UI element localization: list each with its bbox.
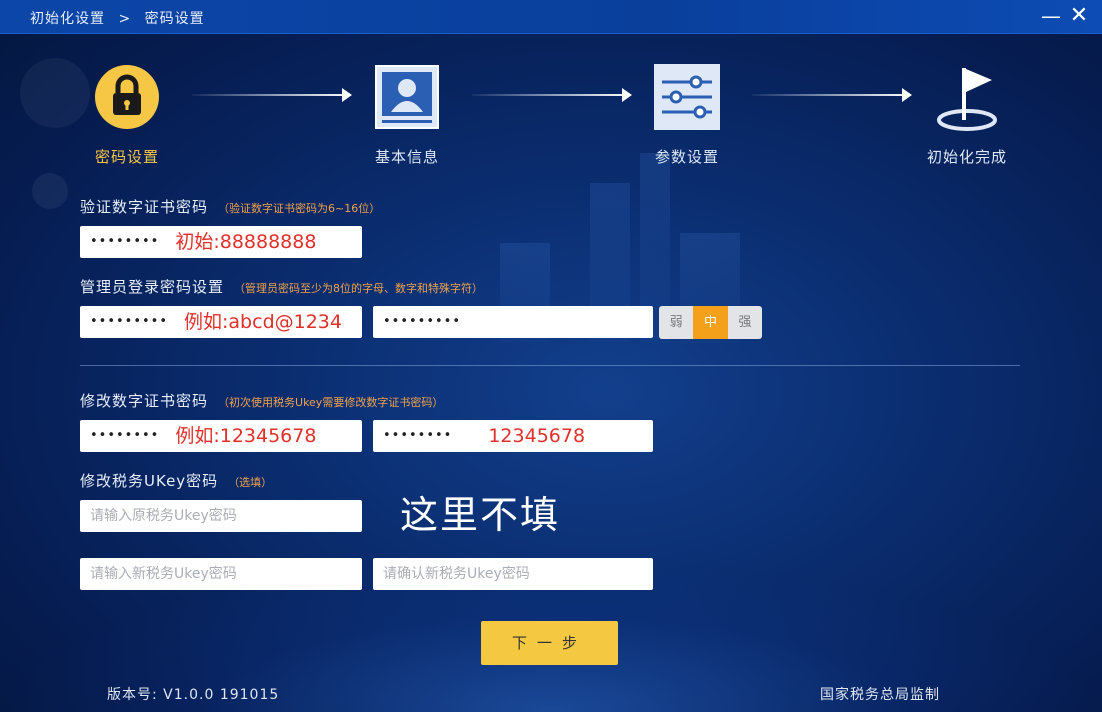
new-cert-password-input[interactable]: •••••••• 例如:12345678 [80, 420, 362, 452]
confirm-cert-password-input[interactable]: •••••••• 12345678 [373, 420, 653, 452]
breadcrumb-current: 密码设置 [144, 11, 205, 27]
breadcrumb-separator: > [118, 11, 132, 27]
admin-login-title: 管理员登录密码设置 （管理员密码至少为8位的字母、数字和特殊字符） [80, 278, 484, 296]
supervisor-label: 国家税务总局监制 [820, 687, 940, 703]
verify-cert-annotation: 初始:88888888 [175, 231, 317, 253]
step-complete: 初始化完成 [907, 62, 1027, 167]
old-ukey-password-input[interactable]: 请输入原税务Ukey密码 [80, 500, 362, 532]
strength-medium: 中 [693, 306, 728, 339]
verify-cert-title: 验证数字证书密码 （验证数字证书密码为6~16位） [80, 198, 381, 216]
section-divider [80, 365, 1020, 366]
step-label: 基本信息 [374, 148, 439, 166]
minimize-button[interactable]: — [1040, 5, 1062, 27]
verify-cert-hint: （验证数字证书密码为6~16位） [218, 202, 381, 215]
breadcrumb: 初始化设置 > 密码设置 [30, 8, 205, 28]
title-bar: 初始化设置 > 密码设置 — ✕ [0, 0, 1102, 34]
close-button[interactable]: ✕ [1068, 5, 1090, 27]
admin-password-confirm-input[interactable]: ••••••••• [373, 306, 653, 338]
password-strength-meter: 弱 中 强 [659, 306, 762, 339]
confirm-ukey-password-input[interactable]: 请确认新税务Ukey密码 [373, 558, 653, 590]
annotation-note: 这里不填 [400, 493, 561, 537]
change-cert-hint: （初次使用税务Ukey需要修改数字证书密码） [218, 396, 444, 409]
step-label: 密码设置 [94, 148, 159, 166]
lock-icon [92, 62, 162, 132]
step-basic-info: 基本信息 [347, 62, 467, 167]
step-password: 密码设置 [67, 62, 187, 167]
admin-password-annotation: 例如:abcd@1234 [184, 311, 342, 333]
strength-weak: 弱 [659, 306, 694, 339]
change-ukey-hint: （选填） [228, 476, 273, 489]
breadcrumb-root[interactable]: 初始化设置 [30, 11, 105, 27]
step-parameters: 参数设置 [627, 62, 747, 167]
user-card-icon [372, 62, 442, 132]
verify-cert-password-input[interactable]: •••••••• 初始:88888888 [80, 226, 362, 258]
step-arrow [472, 88, 632, 102]
step-arrow [192, 88, 352, 102]
flag-icon [932, 62, 1002, 132]
new-cert-annotation: 例如:12345678 [175, 425, 317, 447]
confirm-cert-annotation: 12345678 [488, 425, 586, 447]
sliders-icon [652, 62, 722, 132]
next-step-button[interactable]: 下一步 [481, 621, 618, 665]
step-label: 参数设置 [654, 148, 719, 166]
strength-strong: 强 [727, 306, 762, 339]
version-label: 版本号: V1.0.0 191015 [107, 687, 280, 703]
new-ukey-password-input[interactable]: 请输入新税务Ukey密码 [80, 558, 362, 590]
change-ukey-title: 修改税务UKey密码 （选填） [80, 472, 273, 490]
step-label: 初始化完成 [926, 148, 1007, 166]
admin-password-input[interactable]: ••••••••• 例如:abcd@1234 [80, 306, 362, 338]
change-cert-title: 修改数字证书密码 （初次使用税务Ukey需要修改数字证书密码） [80, 392, 444, 410]
step-arrow [752, 88, 912, 102]
admin-login-hint: （管理员密码至少为8位的字母、数字和特殊字符） [234, 282, 484, 295]
